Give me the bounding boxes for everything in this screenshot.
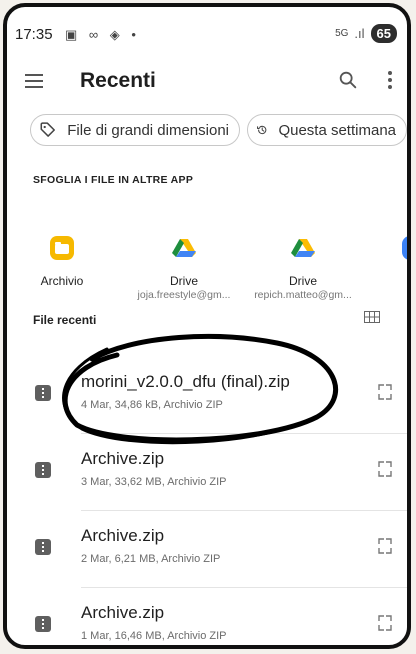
page-title: Recenti: [80, 69, 156, 92]
notification-icons: ▣ ∞ ◈ •: [65, 27, 140, 42]
file-name: Archive.zip: [81, 449, 165, 468]
app-account: repich.matteo@gm...: [254, 289, 352, 301]
zip-file-icon: [35, 539, 51, 555]
file-name: morini_v2.0.0_dfu (final).zip: [81, 372, 290, 391]
app-account: joja.freestyle@gm...: [137, 289, 231, 301]
tag-icon: [40, 122, 55, 137]
drive-icon: [291, 239, 315, 257]
grid-view-icon[interactable]: [364, 311, 380, 323]
app-label: Archivio: [40, 274, 84, 288]
status-bar: 17:35 ▣ ∞ ◈ • 5G .ıl 65: [7, 7, 407, 59]
file-meta: 4 Mar, 34,86 kB, Archivio ZIP: [81, 399, 223, 411]
drive-icon: [172, 239, 196, 257]
signal-icon: .ıl: [354, 26, 365, 41]
app-label: Drive: [169, 274, 198, 288]
list-item[interactable]: Archive.zip 3 Mar, 33,62 MB, Archivio ZI…: [7, 434, 407, 511]
app-icon: [402, 236, 407, 260]
zip-file-icon: [35, 616, 51, 632]
app-shortcut-drive-2[interactable]: Drive repich.matteo@gm...: [248, 235, 358, 301]
zip-file-icon: [35, 462, 51, 478]
menu-icon[interactable]: [25, 74, 43, 88]
expand-icon[interactable]: [378, 384, 392, 400]
phone-frame: 17:35 ▣ ∞ ◈ • 5G .ıl 65 Recenti File di …: [3, 3, 411, 649]
file-meta: 3 Mar, 33,62 MB, Archivio ZIP: [81, 476, 227, 488]
expand-icon[interactable]: [378, 538, 392, 554]
app-label: kD: [359, 274, 408, 288]
filter-chip-label: Questa settimana: [278, 121, 396, 139]
folder-icon: [50, 236, 74, 260]
search-icon[interactable]: [337, 69, 359, 91]
list-item[interactable]: Archive.zip 1 Mar, 16,46 MB, Archivio ZI…: [7, 588, 407, 645]
list-item[interactable]: Archive.zip 2 Mar, 6,21 MB, Archivio ZIP: [7, 511, 407, 588]
app-label: Drive: [288, 274, 317, 288]
recent-section-title: File recenti: [33, 313, 97, 327]
app-shortcut-kd[interactable]: kD: [359, 235, 408, 289]
filter-chip-this-week[interactable]: Questa settimana: [247, 114, 407, 146]
browse-section-title: SFOGLIA I FILE IN ALTRE APP: [33, 174, 194, 186]
network-indicator: 5G: [335, 28, 349, 39]
file-meta: 1 Mar, 16,46 MB, Archivio ZIP: [81, 630, 227, 642]
file-name: Archive.zip: [81, 526, 165, 545]
expand-icon[interactable]: [378, 461, 392, 477]
list-item[interactable]: morini_v2.0.0_dfu (final).zip 4 Mar, 34,…: [7, 357, 407, 434]
filter-chip-large-files[interactable]: File di grandi dimensioni: [30, 114, 240, 146]
status-time: 17:35: [15, 26, 53, 43]
app-bar: Recenti: [7, 59, 407, 107]
zip-file-icon: [35, 385, 51, 401]
filter-chip-label: File di grandi dimensioni: [67, 121, 229, 139]
app-shortcut-drive-1[interactable]: Drive joja.freestyle@gm...: [129, 235, 239, 301]
history-icon: [257, 125, 267, 135]
more-vert-icon[interactable]: [387, 71, 393, 91]
app-shortcut-archivio[interactable]: Archivio: [7, 235, 117, 289]
expand-icon[interactable]: [378, 615, 392, 631]
battery-badge: 65: [370, 24, 397, 43]
status-right: 5G .ıl 65: [335, 24, 397, 43]
file-name: Archive.zip: [81, 603, 165, 622]
file-meta: 2 Mar, 6,21 MB, Archivio ZIP: [81, 553, 221, 565]
